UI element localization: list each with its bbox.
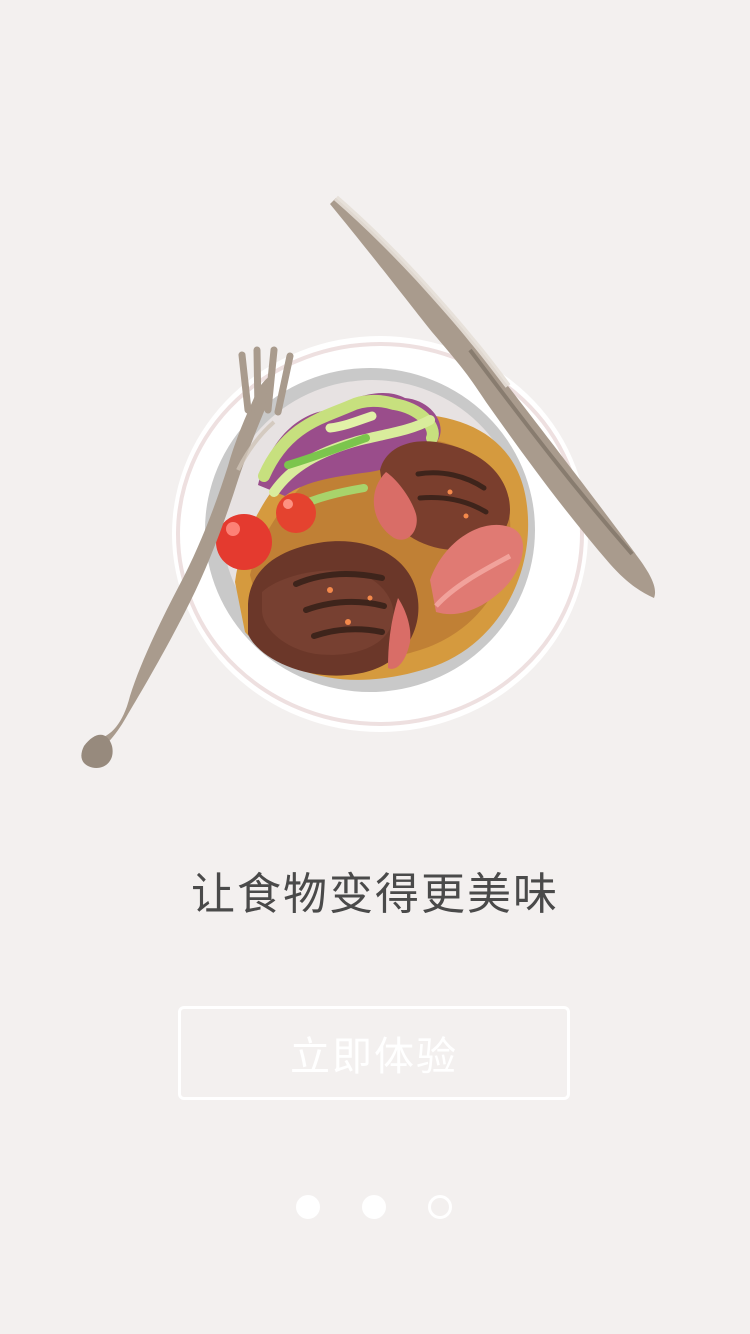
steak-plate-illustration xyxy=(81,195,656,768)
page-indicator xyxy=(296,1195,456,1223)
headline-text: 让食物变得更美味 xyxy=(191,869,559,920)
page-dot-1 xyxy=(296,1195,320,1219)
page-dot-2 xyxy=(362,1195,386,1219)
page-dot-3 xyxy=(428,1195,452,1219)
start-button[interactable]: 立即体验 xyxy=(178,1006,570,1100)
